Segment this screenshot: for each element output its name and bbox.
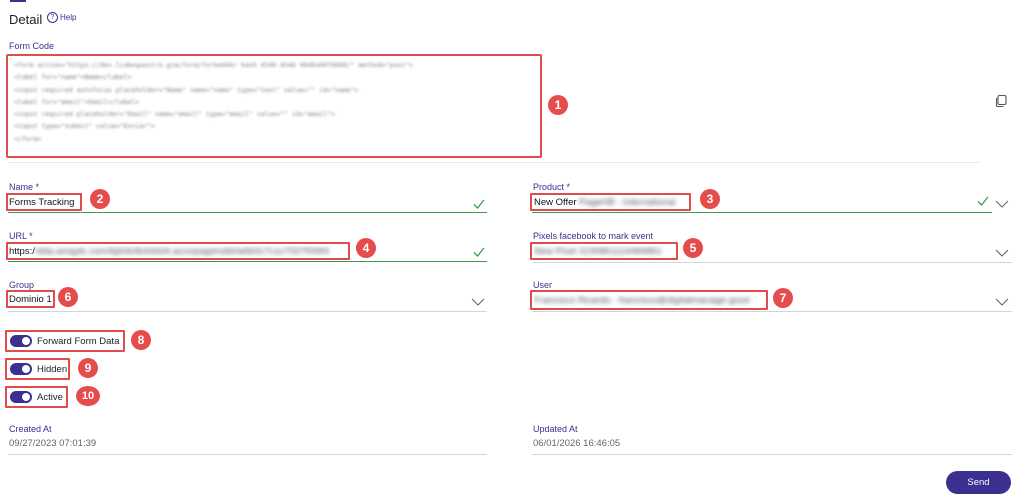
code-line: <input type="submit" value="Enviar"> <box>14 122 155 131</box>
code-line: <label for="email">Email</label> <box>14 97 140 106</box>
group-label: Group <box>9 280 35 290</box>
url-value-redacted: /dda.amigdc.com/bjb0b4b4d4d4.acro/pagehs… <box>34 246 330 257</box>
toggle-knob <box>22 365 30 373</box>
created-at-value: 09/27/2023 07:01:39 <box>9 438 97 449</box>
toggle-label: Hidden <box>37 363 68 375</box>
code-line: <input required placeholder="Email" name… <box>14 110 335 119</box>
toggle-label: Forward Form Data <box>37 335 120 347</box>
annotation-badge: 3 <box>700 189 720 209</box>
code-line: </form> <box>14 134 42 143</box>
updated-at-label: Updated At <box>533 424 578 434</box>
active-toggle[interactable]: Active <box>5 386 68 408</box>
updated-at-value: 06/01/2026 16:46:05 <box>533 438 621 449</box>
annotation-badge: 1 <box>548 95 568 115</box>
group-select[interactable]: Dominio 1 <box>9 294 52 305</box>
pixels-select[interactable]: New Pixel 3190861114484861 <box>534 246 674 257</box>
user-select[interactable]: Francisco Ricardo - francisco@digitalman… <box>534 295 764 306</box>
updated-at-underline <box>532 454 1012 455</box>
forward-form-data-toggle[interactable]: Forward Form Data <box>5 330 124 352</box>
url-value: https:/ <box>9 246 35 257</box>
created-at-underline <box>8 454 487 455</box>
toggle-switch[interactable] <box>10 391 32 403</box>
product-value: New Offer <box>534 197 577 208</box>
url-underline <box>8 261 487 262</box>
form-code-block[interactable]: <form action="https://dev.lcaboquestre.g… <box>6 54 542 158</box>
copy-icon[interactable] <box>994 94 1008 108</box>
user-value-redacted: Francisco Ricardo - francisco@digitalman… <box>534 295 750 306</box>
created-at-label: Created At <box>9 424 52 434</box>
help-label: Help <box>60 13 77 22</box>
user-label: User <box>533 280 553 290</box>
user-underline <box>532 311 1012 312</box>
annotation-badge: 5 <box>683 238 703 258</box>
check-icon <box>977 196 989 206</box>
product-value-redacted: PageHB - International <box>579 197 676 208</box>
code-line: <form action="https://dev.lcaboquestre.g… <box>14 61 414 69</box>
group-underline <box>8 311 487 312</box>
help-link[interactable]: ? Help <box>47 12 76 23</box>
annotation-badge: 8 <box>131 330 151 350</box>
annotation-badge: 4 <box>356 238 376 258</box>
form-code-label: Form Code <box>9 41 55 51</box>
divider <box>8 162 980 163</box>
hidden-toggle[interactable]: Hidden <box>5 358 72 380</box>
help-icon: ? <box>47 12 58 23</box>
name-underline <box>8 212 487 213</box>
pixels-label: Pixels facebook to mark event <box>533 231 654 241</box>
product-label: Product * <box>533 182 571 192</box>
pixels-underline <box>532 262 1012 263</box>
url-input[interactable]: https://dda.amigdc.com/bjb0b4b4d4d4.acro… <box>9 246 347 257</box>
name-label: Name * <box>9 182 40 192</box>
chevron-down-icon[interactable] <box>995 248 1009 258</box>
check-icon <box>473 247 485 257</box>
toggle-switch[interactable] <box>10 363 32 375</box>
chevron-down-icon[interactable] <box>471 297 485 307</box>
product-select[interactable]: New Offer PageHB - International <box>534 197 675 208</box>
toggle-switch[interactable] <box>10 335 32 347</box>
toggle-knob <box>22 337 30 345</box>
pixels-value-redacted: New Pixel 3190861114484861 <box>534 246 662 257</box>
name-input[interactable]: Forms Tracking <box>9 197 74 208</box>
annotation-badge: 2 <box>90 189 110 209</box>
code-line: <input required autofocus placeholder="N… <box>14 85 359 94</box>
annotation-badge: 7 <box>773 288 793 308</box>
active-tab-indicator <box>10 0 26 2</box>
annotation-badge: 10 <box>76 386 100 406</box>
annotation-badge: 6 <box>58 287 78 307</box>
toggle-label: Active <box>37 391 63 403</box>
product-underline <box>532 212 992 213</box>
annotation-badge: 9 <box>78 358 98 378</box>
toggle-knob <box>22 393 30 401</box>
chevron-down-icon[interactable] <box>995 199 1009 209</box>
page-title: Detail <box>9 12 43 27</box>
url-label: URL * <box>9 231 33 241</box>
check-icon <box>473 199 485 209</box>
code-line: <label for="name">Name</label> <box>14 73 132 82</box>
chevron-down-icon[interactable] <box>995 297 1009 307</box>
send-button[interactable]: Send <box>946 471 1011 494</box>
